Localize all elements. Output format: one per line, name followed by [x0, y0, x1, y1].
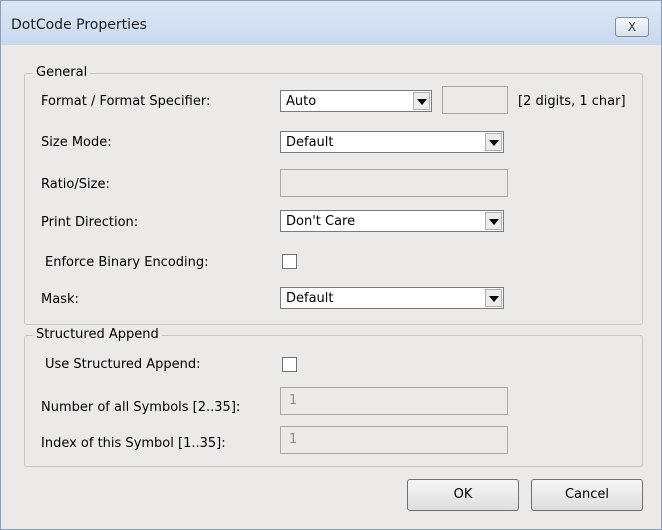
format-dropdown[interactable]: Auto	[280, 90, 432, 112]
size-mode-dropdown[interactable]: Default	[280, 131, 504, 153]
number-of-symbols-value: 1	[289, 393, 298, 408]
print-direction-dropdown[interactable]: Don't Care	[280, 210, 504, 232]
format-label: Format / Format Specifier:	[41, 94, 211, 109]
format-specifier-input[interactable]	[442, 86, 508, 114]
general-legend: General	[33, 65, 91, 80]
ok-button[interactable]: OK	[407, 479, 519, 511]
chevron-down-icon[interactable]	[485, 212, 502, 230]
mask-value: Default	[286, 291, 334, 306]
ok-button-label: OK	[453, 487, 473, 502]
ratio-size-label: Ratio/Size:	[41, 177, 110, 192]
window-title: DotCode Properties	[11, 17, 147, 33]
cancel-button[interactable]: Cancel	[531, 479, 643, 511]
dialog-window: DotCode Properties X General Format / Fo…	[0, 0, 662, 530]
chevron-down-icon[interactable]	[485, 133, 502, 151]
mask-label: Mask:	[41, 292, 79, 307]
chevron-down-icon[interactable]	[413, 92, 430, 110]
close-button[interactable]: X	[615, 17, 649, 37]
index-of-symbol-value: 1	[289, 432, 298, 447]
enforce-binary-checkbox[interactable]	[282, 254, 297, 269]
format-hint: [2 digits, 1 char]	[518, 94, 626, 109]
use-structured-append-label: Use Structured Append:	[45, 357, 201, 372]
title-bar[interactable]: DotCode Properties X	[1, 1, 661, 45]
print-direction-label: Print Direction:	[41, 215, 139, 230]
print-direction-value: Don't Care	[286, 214, 356, 229]
chevron-down-icon[interactable]	[485, 289, 502, 307]
use-structured-append-checkbox[interactable]	[282, 357, 297, 372]
mask-dropdown[interactable]: Default	[280, 287, 504, 309]
index-of-symbol-label: Index of this Symbol [1..35]:	[41, 436, 226, 451]
format-value: Auto	[286, 94, 317, 109]
number-of-symbols-input[interactable]: 1	[280, 387, 508, 415]
size-mode-label: Size Mode:	[41, 135, 112, 150]
cancel-button-label: Cancel	[564, 487, 610, 502]
close-icon: X	[627, 20, 637, 34]
size-mode-value: Default	[286, 135, 334, 150]
enforce-binary-label: Enforce Binary Encoding:	[45, 255, 209, 270]
number-of-symbols-label: Number of all Symbols [2..35]:	[41, 400, 241, 415]
ratio-size-input[interactable]	[280, 169, 508, 197]
index-of-symbol-input[interactable]: 1	[280, 426, 508, 454]
structured-append-legend: Structured Append	[33, 327, 162, 342]
